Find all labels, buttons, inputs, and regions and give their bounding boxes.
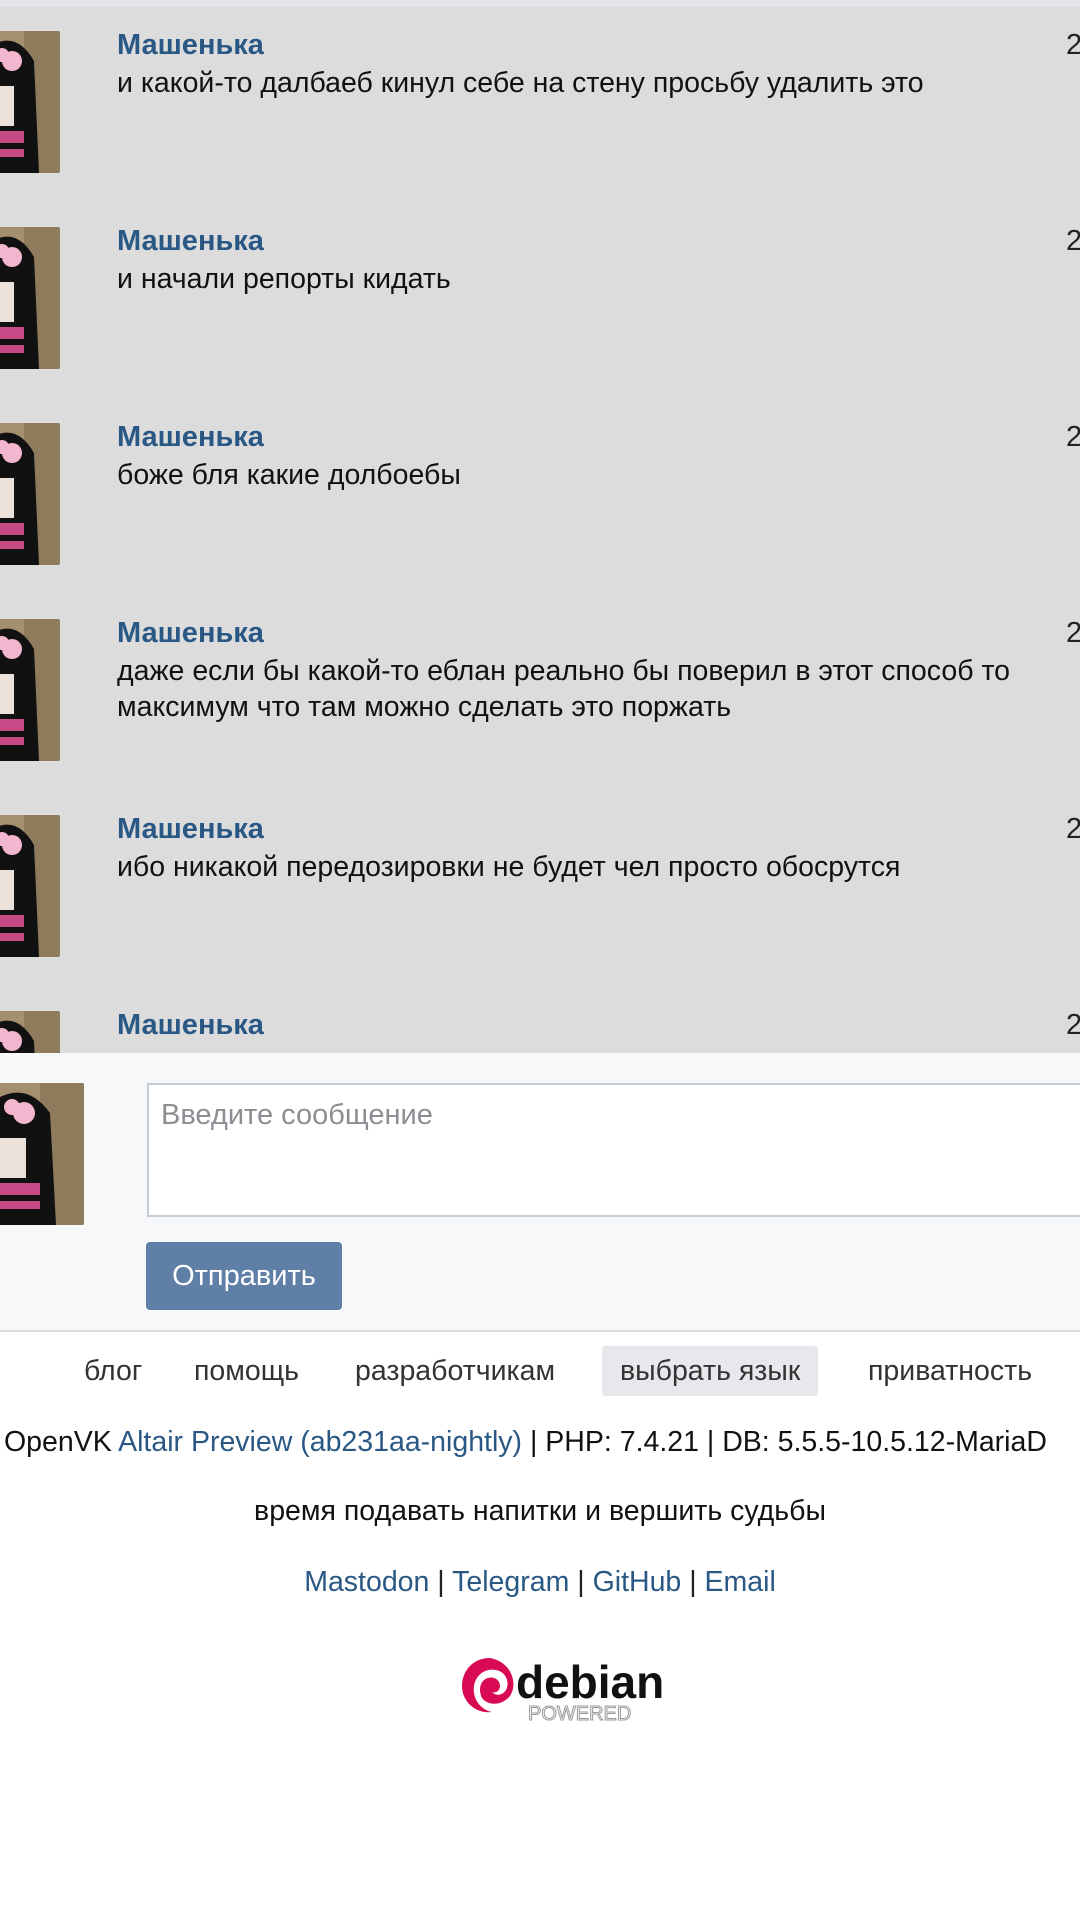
footer-link-developers[interactable]: разработчикам	[337, 1346, 573, 1396]
avatar[interactable]	[0, 227, 60, 369]
message-item: Машенька 2 ибо никакой передозировки не …	[0, 791, 1080, 987]
footer-nav: блог помощь разработчикам выбрать язык п…	[0, 1346, 1080, 1402]
message-author[interactable]: Машенька	[117, 421, 264, 454]
email-link[interactable]: Email	[705, 1566, 776, 1598]
debian-powered-text: POWERED	[528, 1703, 631, 1725]
message-time: 2	[1066, 421, 1080, 453]
message-time: 2	[1066, 1009, 1080, 1041]
message-text: и какой-то далбаеб кинул себе на стену п…	[117, 67, 924, 99]
avatar[interactable]	[0, 619, 60, 761]
version-prefix: OpenVK	[4, 1426, 119, 1458]
separator: |	[569, 1566, 593, 1598]
message-input[interactable]: Введите сообщение	[147, 1083, 1080, 1217]
footer-link-blog[interactable]: блог	[66, 1346, 160, 1396]
mastodon-link[interactable]: Mastodon	[304, 1566, 429, 1598]
send-button[interactable]: Отправить	[146, 1242, 342, 1310]
message-item: Машенька 2 и начали репорты кидать	[0, 203, 1080, 399]
debian-wordmark: debian	[516, 1656, 664, 1708]
version-suffix: | PHP: 7.4.21 | DB: 5.5.5-10.5.12-MariaD	[522, 1426, 1047, 1458]
message-text: боже бля какие долбоебы	[117, 459, 461, 491]
message-composer: Введите сообщение Отправить	[0, 1053, 1080, 1332]
debian-powered-badge[interactable]: debian POWERED	[452, 1640, 692, 1730]
top-strip	[0, 0, 1080, 7]
message-author[interactable]: Машенька	[117, 225, 264, 258]
message-text: ибо никакой передозировки не будет чел п…	[117, 851, 901, 883]
footer-link-privacy[interactable]: приватность	[850, 1346, 1050, 1396]
message-time: 2	[1066, 29, 1080, 61]
telegram-link[interactable]: Telegram	[452, 1566, 569, 1598]
separator: |	[681, 1566, 705, 1598]
message-author[interactable]: Машенька	[117, 813, 264, 846]
footer-link-language[interactable]: выбрать язык	[602, 1346, 819, 1396]
message-input-placeholder: Введите сообщение	[161, 1099, 433, 1131]
message-time: 2	[1066, 813, 1080, 845]
my-avatar[interactable]	[0, 1083, 84, 1225]
message-author[interactable]: Машенька	[117, 617, 264, 650]
avatar[interactable]	[0, 423, 60, 565]
avatar[interactable]	[0, 1011, 60, 1053]
message-time: 2	[1066, 225, 1080, 257]
message-item: Машенька 2 боже бля какие долбоебы	[0, 399, 1080, 595]
version-info: OpenVK Altair Preview (ab231aa-nightly) …	[0, 1426, 1080, 1459]
message-list[interactable]: Машенька 2 и какой-то далбаеб кинул себе…	[0, 7, 1080, 1053]
debian-logo-icon: debian POWERED	[462, 1656, 664, 1726]
separator: |	[429, 1566, 453, 1598]
message-text: и начали репорты кидать	[117, 263, 451, 295]
social-links: Mastodon | Telegram | GitHub | Email	[0, 1566, 1080, 1599]
message-item: Машенька 2 и какой-то далбаеб кинул себе…	[0, 7, 1080, 203]
message-item: Машенька 2	[0, 987, 1080, 1053]
footer-link-help[interactable]: помощь	[176, 1346, 317, 1396]
message-author[interactable]: Машенька	[117, 1009, 264, 1042]
avatar[interactable]	[0, 31, 60, 173]
message-time: 2	[1066, 617, 1080, 649]
footer-tagline: время подавать напитки и вершить судьбы	[254, 1495, 826, 1527]
avatar[interactable]	[0, 815, 60, 957]
github-link[interactable]: GitHub	[593, 1566, 682, 1598]
version-link[interactable]: Altair Preview (ab231aa-nightly)	[118, 1426, 522, 1458]
message-item: Машенька 2 даже если бы какой-то еблан р…	[0, 595, 1080, 791]
message-text: даже если бы какой-то еблан реально бы п…	[117, 655, 1011, 723]
message-author[interactable]: Машенька	[117, 29, 264, 62]
